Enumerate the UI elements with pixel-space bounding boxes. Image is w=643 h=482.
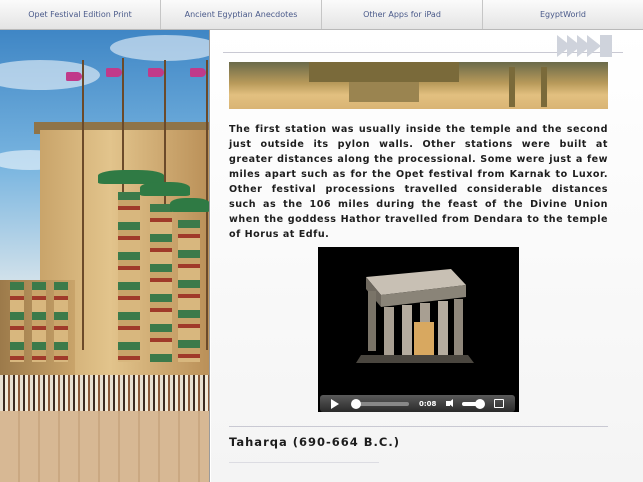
tab-other-apps-for-ipad[interactable]: Other Apps for iPad: [322, 0, 483, 29]
top-nav: Opet Festival Edition Print Ancient Egyp…: [0, 0, 643, 30]
temple-illustration: [0, 30, 210, 482]
kiosk-temple-render: [356, 269, 474, 363]
play-icon[interactable]: [331, 398, 339, 409]
tab-ancient-egyptian-anecdotes[interactable]: Ancient Egyptian Anecdotes: [161, 0, 322, 29]
section-heading: Taharqa (690-664 B.C.): [229, 435, 400, 449]
seek-knob[interactable]: [351, 398, 361, 409]
video-controls: 0:08: [320, 395, 515, 412]
volume-slider[interactable]: [462, 398, 486, 409]
divider: [229, 426, 608, 427]
volume-knob[interactable]: [475, 398, 486, 409]
article-paragraph: The first station was usually inside the…: [229, 124, 608, 240]
divider: [229, 462, 379, 463]
video-time: 0:08: [419, 399, 437, 408]
video-player[interactable]: 0:08: [318, 247, 519, 412]
tab-egyptworld[interactable]: EgyptWorld: [483, 0, 643, 29]
fullscreen-icon[interactable]: [494, 399, 505, 408]
temple-banner-image: [229, 62, 608, 109]
article-panel: The first station was usually inside the…: [211, 30, 643, 482]
video-seek-bar[interactable]: [351, 398, 409, 409]
volume-icon[interactable]: [446, 399, 456, 408]
tab-opet-festival-edition-print[interactable]: Opet Festival Edition Print: [0, 0, 161, 29]
next-chevrons-icon[interactable]: [557, 35, 612, 57]
